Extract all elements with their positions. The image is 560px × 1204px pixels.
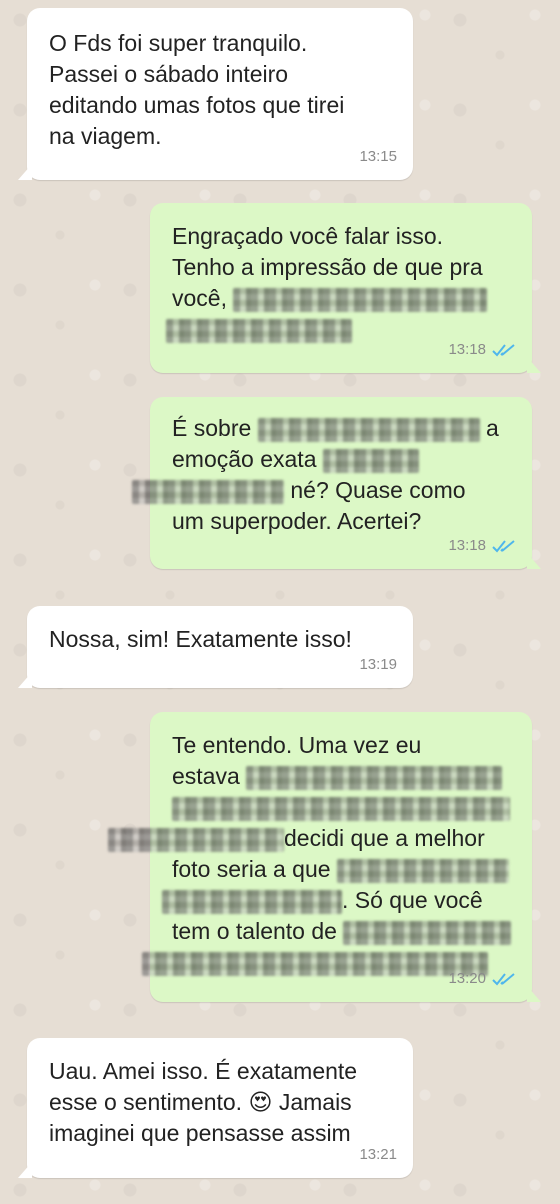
message-meta: 13:20	[448, 963, 516, 994]
message-time: 13:20	[448, 970, 486, 987]
message-text-line: você,	[172, 283, 532, 314]
message-text-fragment: tem o talento de	[172, 918, 337, 944]
double-check-icon	[492, 972, 515, 985]
message-bubble-outgoing[interactable]: Engraçado você falar isso. Tenho a impre…	[150, 203, 541, 373]
heart-eyes-emoji-icon: 😍	[248, 1089, 273, 1115]
message-text-line: Te entendo. Uma vez eu	[172, 732, 422, 758]
message-text-line: Nossa, sim! Exatamente isso!	[49, 626, 352, 652]
redacted-text	[142, 951, 488, 976]
message-text-line: na viagem.	[49, 123, 162, 149]
message-text-line: decidi que a melhor	[108, 823, 532, 854]
redacted-text	[233, 287, 488, 312]
message-bubble-incoming[interactable]: Uau. Amei isso. É exatamente esse o sent…	[18, 1038, 413, 1178]
message-time: 13:18	[448, 341, 486, 358]
message-bubble-incoming[interactable]: O Fds foi super tranquilo. Passei o sába…	[18, 8, 413, 180]
redacted-text	[108, 827, 284, 852]
redacted-text	[246, 765, 503, 790]
message-text-fragment: foto seria a que	[172, 856, 331, 882]
message-text-fragment: esse o sentimento.	[49, 1089, 249, 1115]
message-time: 13:18	[448, 537, 486, 554]
message-meta: 13:15	[359, 141, 397, 172]
message-time: 13:21	[359, 1146, 397, 1163]
message-text-fragment: . Só que você	[342, 887, 483, 913]
message-time: 13:15	[359, 148, 397, 165]
message-text-fragment: emoção exata	[172, 446, 317, 472]
message-text-line: tem o talento de	[172, 916, 532, 947]
redacted-text	[132, 479, 284, 504]
message-meta: 13:19	[359, 649, 397, 680]
message-meta: 13:21	[359, 1139, 397, 1170]
message-text-line: Engraçado você falar isso.	[172, 223, 444, 249]
message-text-fragment: Jamais	[272, 1089, 352, 1115]
double-check-icon	[492, 343, 515, 356]
message-text-fragment: a	[479, 415, 499, 441]
message-text-line: Passei o sábado inteiro	[49, 61, 289, 87]
message-meta: 13:18	[448, 530, 516, 561]
message-text-fragment: estava	[172, 763, 240, 789]
message-text-fragment: você,	[172, 285, 227, 311]
chat-wallpaper	[0, 0, 560, 1204]
message-text-fragment: decidi que a melhor	[284, 825, 485, 851]
message-bubble-outgoing[interactable]: Te entendo. Uma vez eu estava decidi que…	[108, 712, 541, 1002]
redacted-text	[343, 920, 512, 945]
redacted-text	[322, 448, 419, 473]
message-bubble-outgoing[interactable]: É sobre a emoção exata né? Quase como um…	[132, 397, 541, 569]
message-text-line: foto seria a que	[172, 854, 532, 885]
message-text-line	[172, 792, 532, 823]
redacted-text	[166, 318, 352, 343]
message-text-line: esse o sentimento. 😍 Jamais	[49, 1087, 413, 1118]
message-text-line: É sobre a	[172, 413, 532, 444]
message-text-line: Uau. Amei isso. É exatamente	[49, 1058, 358, 1084]
redacted-text	[172, 796, 510, 821]
message-text-fragment: É sobre	[172, 415, 258, 441]
message-text-line: . Só que você	[162, 885, 532, 916]
message-bubble-incoming[interactable]: Nossa, sim! Exatamente isso! 13:19	[18, 606, 413, 688]
message-text-line: estava	[172, 761, 532, 792]
message-text-line: O Fds foi super tranquilo.	[49, 30, 308, 56]
message-text-line: editando umas fotos que tirei	[49, 92, 345, 118]
message-time: 13:19	[359, 656, 397, 673]
double-check-icon	[492, 539, 515, 552]
message-text-fragment: né? Quase como	[284, 477, 466, 503]
message-meta: 13:18	[448, 334, 516, 365]
redacted-text	[162, 889, 342, 914]
message-text-line: né? Quase como	[132, 475, 532, 506]
message-text-line: imaginei que pensasse assim	[49, 1120, 351, 1146]
message-text-line: Tenho a impressão de que pra	[172, 254, 483, 280]
redacted-text	[336, 858, 509, 883]
redacted-text	[257, 417, 480, 442]
message-text-line: emoção exata	[172, 444, 532, 475]
